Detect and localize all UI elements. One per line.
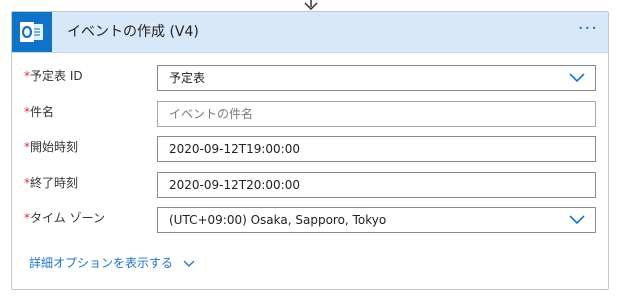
- field-label: *タイム ゾーン: [24, 211, 105, 225]
- field-row-subject: *件名 イベントの件名: [12, 101, 608, 129]
- action-title: イベントの作成 (V4): [67, 24, 199, 40]
- field-label: *開始時刻: [24, 140, 79, 154]
- field-row-end-time: *終了時刻 2020-09-12T20:00:00: [12, 172, 608, 200]
- chevron-down-icon: [569, 215, 585, 225]
- more-options-button[interactable]: ···: [578, 12, 598, 52]
- calendar-id-dropdown[interactable]: 予定表: [157, 65, 596, 91]
- start-time-value: 2020-09-12T19:00:00: [169, 142, 300, 156]
- subject-placeholder: イベントの件名: [169, 107, 254, 121]
- field-row-start-time: *開始時刻 2020-09-12T19:00:00: [12, 136, 608, 164]
- time-zone-value: (UTC+09:00) Osaka, Sapporo, Tokyo: [169, 213, 387, 227]
- chevron-down-icon: [569, 73, 585, 83]
- chevron-down-icon: [183, 260, 195, 267]
- action-card-header[interactable]: イベントの作成 (V4) ···: [12, 12, 608, 53]
- field-label: *終了時刻: [24, 176, 79, 190]
- flow-connector-arrow: [304, 0, 318, 10]
- end-time-input[interactable]: 2020-09-12T20:00:00: [157, 172, 596, 198]
- outlook-icon: [12, 12, 52, 52]
- field-row-calendar-id: *予定表 ID 予定表: [12, 65, 608, 93]
- start-time-input[interactable]: 2020-09-12T19:00:00: [157, 136, 596, 162]
- field-label: *件名: [24, 105, 55, 119]
- field-label: *予定表 ID: [24, 69, 83, 83]
- field-row-time-zone: *タイム ゾーン (UTC+09:00) Osaka, Sapporo, Tok…: [12, 207, 608, 235]
- subject-input[interactable]: イベントの件名: [157, 101, 596, 127]
- action-card: イベントの作成 (V4) ··· *予定表 ID 予定表 *件名 イベントの件名…: [11, 11, 609, 290]
- advanced-options-label: 詳細オプションを表示する: [29, 256, 174, 270]
- calendar-id-value: 予定表: [169, 71, 206, 85]
- end-time-value: 2020-09-12T20:00:00: [169, 178, 300, 192]
- time-zone-dropdown[interactable]: (UTC+09:00) Osaka, Sapporo, Tokyo: [157, 207, 596, 233]
- show-advanced-options-link[interactable]: 詳細オプションを表示する: [29, 255, 195, 271]
